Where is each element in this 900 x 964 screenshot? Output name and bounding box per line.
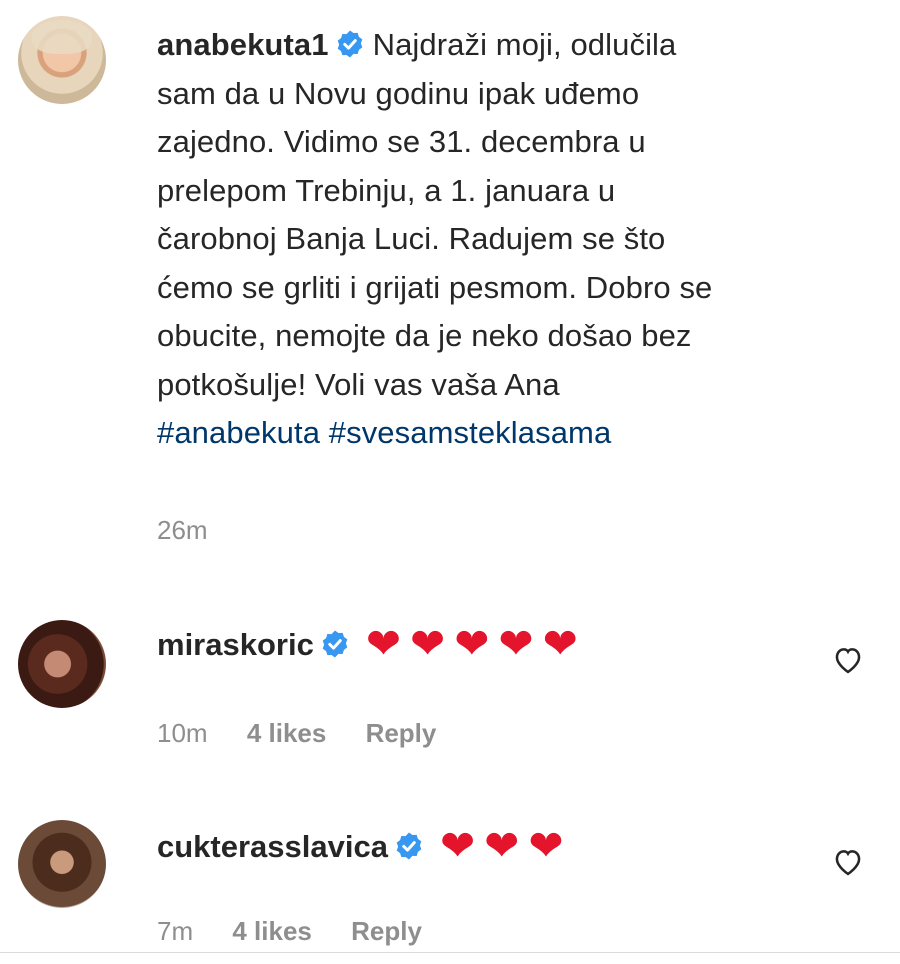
heart-outline-icon[interactable] — [831, 845, 865, 879]
caption-line-5: čarobnoj Banja Luci. Radujem se što — [157, 221, 666, 256]
heart-outline-icon[interactable] — [831, 643, 865, 677]
post-meta: 26m — [157, 515, 240, 546]
commenter-avatar-miraskoric[interactable] — [18, 620, 106, 708]
post-caption: anabekuta1 Najdraži moji, odlučila sam da… — [157, 21, 877, 458]
comment-divider — [0, 952, 900, 953]
author-avatar[interactable] — [18, 16, 106, 104]
comment-cukterasslavica: cukterasslavica ❤❤❤ — [157, 822, 573, 870]
caption-line-1: Najdraži moji, odlučila — [372, 27, 677, 62]
comment-hearts: ❤❤❤ — [439, 821, 573, 870]
post-time[interactable]: 26m — [157, 515, 208, 545]
hashtag-svesamsteklasama[interactable]: #svesamsteklasama — [329, 415, 612, 450]
caption-line-7: obucite, nemojte da je neko došao bez — [157, 318, 692, 353]
caption-line-6: ćemo se grliti i grijati pesmom. Dobro s… — [157, 269, 713, 305]
caption-line-2: sam da u Novu godinu ipak uđemo — [157, 75, 640, 111]
comment-meta-cukterasslavica: 7m 4 likes Reply — [157, 914, 777, 952]
verified-badge-icon — [396, 832, 422, 860]
comment-miraskoric: miraskoric ❤❤❤❤❤ — [157, 620, 587, 668]
comment-time[interactable]: 10m — [157, 718, 208, 748]
comment-likes[interactable]: 4 likes — [232, 916, 312, 946]
caption-line-3: zajedno. Vidimo se 31. decembra u — [157, 124, 646, 159]
comment-meta-miraskoric: 10m 4 likes Reply — [157, 718, 468, 749]
hashtag-anabekuta[interactable]: #anabekuta — [157, 415, 320, 450]
commenter-username[interactable]: miraskoric — [157, 627, 314, 662]
verified-badge-icon — [337, 30, 362, 58]
caption-line-8: potkošulje! Voli vas vaša Ana — [157, 366, 560, 402]
commenter-avatar-cukterasslavica[interactable] — [18, 820, 106, 908]
author-username[interactable]: anabekuta1 — [157, 27, 329, 62]
verified-badge-icon — [322, 630, 348, 658]
comment-likes[interactable]: 4 likes — [247, 718, 327, 748]
caption-line-4: prelepom Trebinju, a 1. januara u — [157, 172, 616, 208]
reply-button[interactable]: Reply — [366, 718, 437, 748]
comment-hearts: ❤❤❤❤❤ — [365, 619, 587, 668]
comment-time[interactable]: 7m — [157, 916, 193, 946]
reply-button[interactable]: Reply — [351, 916, 422, 946]
commenter-username[interactable]: cukterasslavica — [157, 829, 388, 864]
